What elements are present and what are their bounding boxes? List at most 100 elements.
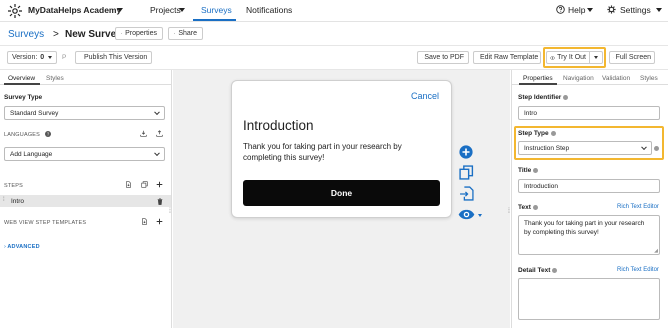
tab-styles[interactable]: Styles bbox=[46, 75, 64, 82]
tab-validation[interactable]: Validation bbox=[602, 75, 630, 82]
properties-button-label: Properties bbox=[125, 30, 157, 37]
edit-raw-template-button[interactable]: Edit Raw Template bbox=[473, 51, 541, 64]
settings-caret-icon[interactable] bbox=[656, 8, 662, 12]
share-button[interactable]: Share bbox=[168, 27, 203, 40]
share-icon bbox=[174, 32, 176, 35]
publish-version-button[interactable]: Publish This Version bbox=[75, 51, 152, 64]
properties-button[interactable]: Properties bbox=[115, 27, 163, 40]
save-pdf-label: Save to PDF bbox=[424, 54, 464, 61]
brand-name[interactable]: MyDataHelps Academy bbox=[28, 5, 121, 15]
add-step-circle-icon[interactable] bbox=[459, 145, 473, 159]
eye-icon bbox=[550, 55, 556, 60]
survey-type-value: Standard Survey bbox=[10, 109, 59, 117]
text-textarea[interactable]: Thank you for taking part in your resear… bbox=[518, 215, 660, 255]
languages-label: LANGUAGES bbox=[4, 132, 41, 138]
save-pdf-button[interactable]: Save to PDF bbox=[417, 51, 469, 64]
projects-caret-icon[interactable] bbox=[179, 8, 185, 12]
step-list-item-label: Intro bbox=[11, 197, 25, 205]
text-rich-text-editor-link[interactable]: Rich Text Editor bbox=[617, 204, 659, 210]
import-step-icon[interactable] bbox=[125, 181, 132, 188]
help-icon[interactable]: ? bbox=[45, 131, 51, 137]
step-identifier-label-text: Step Identifier bbox=[518, 94, 562, 101]
advanced-toggle[interactable]: › ADVANCED bbox=[4, 244, 40, 250]
full-screen-button[interactable]: Full Screen bbox=[609, 51, 655, 64]
title-label-text: Title bbox=[518, 167, 532, 174]
nav-projects[interactable]: Projects bbox=[150, 5, 181, 15]
add-language-select[interactable]: Add Language bbox=[4, 147, 165, 161]
step-properties-panel: Properties Navigation Validation Styles … bbox=[511, 70, 668, 328]
left-panel: Overview Styles Survey Type Standard Sur… bbox=[0, 70, 172, 328]
top-nav: MyDataHelps Academy Projects Surveys Not… bbox=[0, 0, 668, 22]
chevron-right-icon: › bbox=[4, 244, 6, 250]
preview-body-text: Thank you for taking part in your resear… bbox=[243, 142, 402, 162]
detail-text-label-text: Detail Text bbox=[518, 267, 551, 274]
help-icon[interactable] bbox=[532, 204, 538, 210]
text-label: Text bbox=[518, 204, 538, 211]
left-splitter-handle[interactable]: ⁞ bbox=[169, 208, 171, 215]
nav-surveys[interactable]: Surveys bbox=[201, 5, 232, 15]
help-icon[interactable] bbox=[550, 130, 556, 136]
visibility-eye-icon[interactable] bbox=[458, 209, 475, 220]
edit-raw-template-label: Edit Raw Template bbox=[480, 54, 539, 61]
tab-properties[interactable]: Properties bbox=[523, 75, 553, 82]
help-caret-icon[interactable] bbox=[587, 8, 593, 12]
step-type-label: Step Type bbox=[518, 130, 556, 137]
help-icon[interactable] bbox=[563, 94, 569, 100]
resize-handle-icon[interactable]: ◢ bbox=[654, 248, 658, 254]
help-icon[interactable] bbox=[533, 167, 539, 173]
detail-text-textarea[interactable] bbox=[518, 278, 660, 320]
step-list-item[interactable]: ⁞ Intro bbox=[0, 195, 171, 207]
step-identifier-input[interactable]: Intro bbox=[518, 106, 660, 120]
version-published-flag: P bbox=[62, 54, 67, 61]
import-file-icon[interactable] bbox=[459, 186, 474, 201]
title-input[interactable]: Introduction bbox=[518, 179, 660, 193]
right-splitter-handle[interactable]: ⁞ bbox=[508, 208, 510, 215]
publish-version-label: Publish This Version bbox=[84, 54, 148, 61]
breadcrumb-surveys-link[interactable]: Surveys bbox=[8, 29, 44, 40]
done-button[interactable]: Done bbox=[243, 180, 440, 206]
add-template-icon[interactable] bbox=[156, 218, 163, 225]
text-label-text: Text bbox=[518, 204, 531, 211]
chevron-down-icon bbox=[641, 144, 647, 151]
trash-icon[interactable] bbox=[157, 198, 163, 205]
step-type-help-icon[interactable] bbox=[654, 146, 659, 151]
help-icon[interactable] bbox=[552, 267, 558, 273]
duplicate-icon[interactable] bbox=[459, 165, 474, 180]
step-type-label-text: Step Type bbox=[518, 130, 549, 137]
nav-active-underline bbox=[193, 19, 236, 21]
version-select[interactable]: Version: 0 bbox=[7, 51, 57, 64]
gear-icon[interactable] bbox=[607, 5, 616, 14]
advanced-label: ADVANCED bbox=[7, 244, 40, 250]
try-it-out-caret-icon bbox=[594, 56, 598, 59]
nav-settings[interactable]: Settings bbox=[620, 5, 651, 15]
tab-right-styles[interactable]: Styles bbox=[640, 75, 658, 82]
nav-help[interactable]: Help bbox=[568, 5, 585, 15]
expand-icon bbox=[613, 57, 614, 58]
step-type-value: Instruction Step bbox=[524, 144, 570, 152]
gear-small-icon bbox=[121, 33, 123, 34]
tab-navigation[interactable]: Navigation bbox=[563, 75, 594, 82]
brand-logo-icon[interactable] bbox=[7, 3, 23, 19]
import-icon[interactable] bbox=[140, 130, 147, 137]
help-circle-icon[interactable] bbox=[556, 5, 565, 14]
steps-label: STEPS bbox=[4, 183, 24, 189]
brand-caret-icon[interactable] bbox=[117, 8, 123, 12]
step-type-select[interactable]: Instruction Step bbox=[518, 141, 652, 155]
try-it-out-button[interactable]: Try It Out bbox=[546, 51, 590, 64]
chevron-down-icon bbox=[154, 150, 160, 157]
detail-rich-text-editor-link[interactable]: Rich Text Editor bbox=[617, 267, 659, 273]
visibility-caret-icon[interactable] bbox=[478, 214, 482, 217]
drag-handle-icon[interactable]: ⁞ bbox=[3, 197, 5, 203]
cancel-link[interactable]: Cancel bbox=[411, 91, 439, 101]
preview-modal: Cancel Introduction Thank you for taking… bbox=[231, 80, 452, 218]
import-template-icon[interactable] bbox=[141, 218, 148, 225]
add-language-value: Add Language bbox=[10, 150, 53, 158]
add-step-icon[interactable] bbox=[156, 181, 163, 188]
tab-overview[interactable]: Overview bbox=[8, 75, 35, 82]
export-icon[interactable] bbox=[156, 130, 163, 137]
copy-icon[interactable] bbox=[141, 181, 148, 188]
text-value: Thank you for taking part in your resear… bbox=[524, 220, 645, 236]
nav-notifications[interactable]: Notifications bbox=[246, 5, 292, 15]
survey-type-select[interactable]: Standard Survey bbox=[4, 106, 165, 120]
try-it-out-dropdown-button[interactable] bbox=[590, 51, 603, 64]
